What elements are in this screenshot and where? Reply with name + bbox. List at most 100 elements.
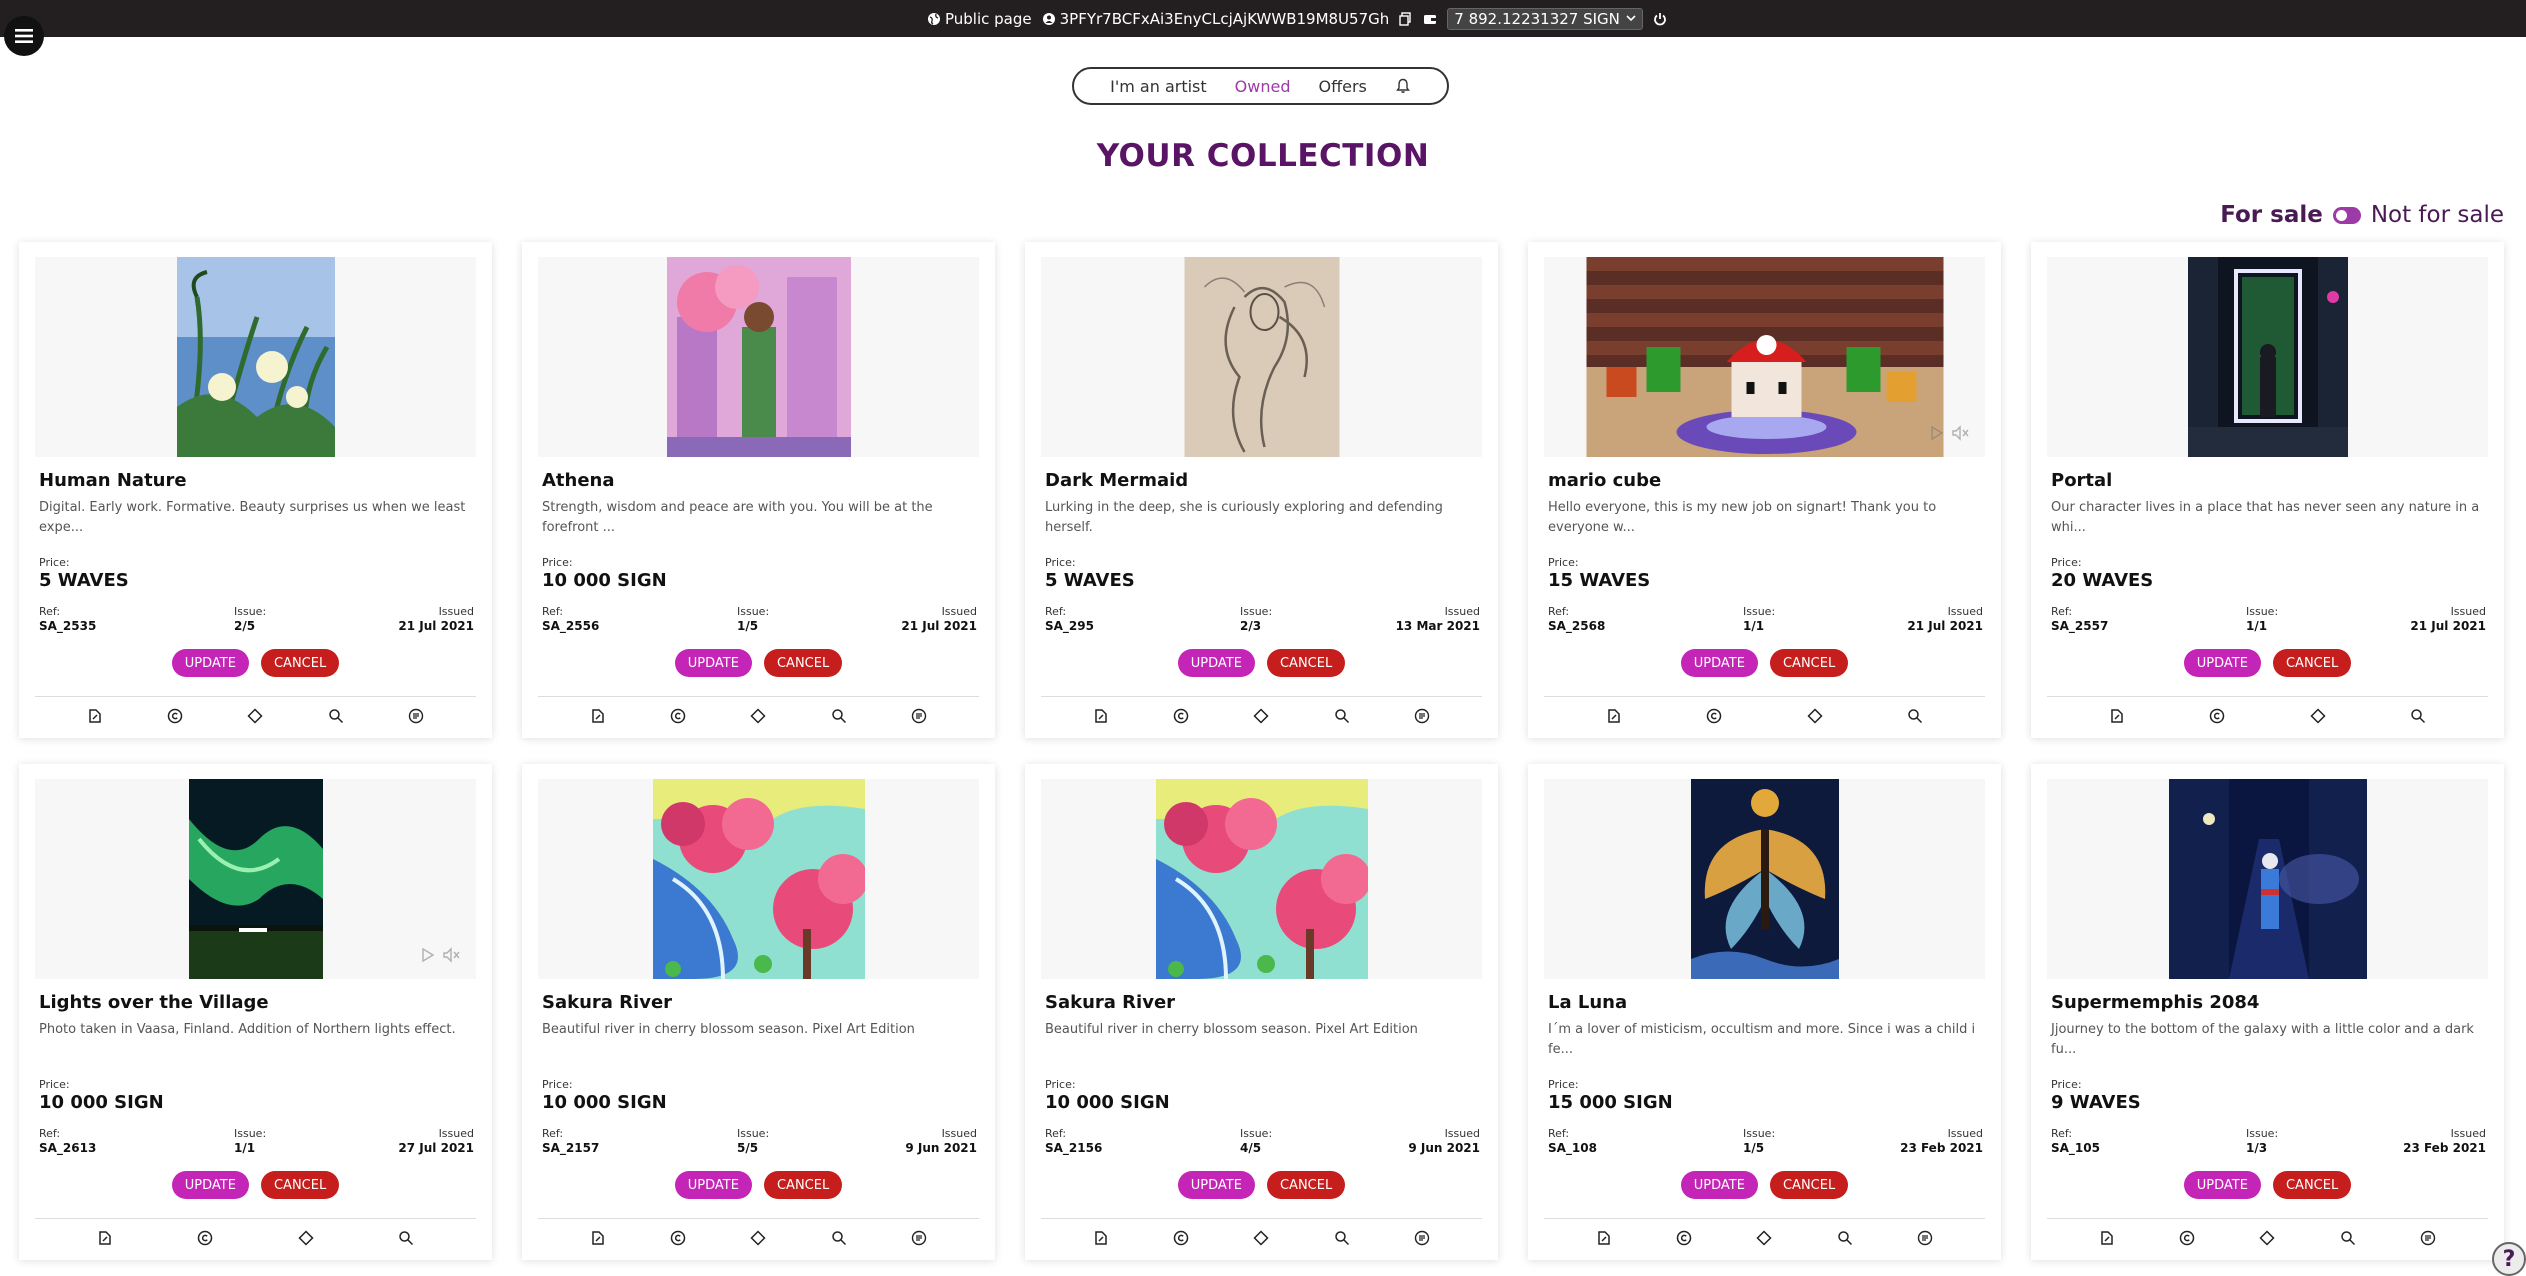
file-edit-icon[interactable] — [1092, 1229, 1110, 1247]
search-icon[interactable] — [1836, 1229, 1854, 1247]
artwork-thumbnail[interactable] — [1544, 257, 1985, 457]
tab-offers[interactable]: Offers — [1318, 77, 1366, 96]
artwork-thumbnail[interactable] — [1544, 779, 1985, 979]
tab-owned[interactable]: Owned — [1235, 77, 1291, 96]
mute-icon[interactable] — [442, 947, 460, 963]
cancel-button[interactable]: CANCEL — [2272, 649, 2352, 677]
cancel-button[interactable]: CANCEL — [260, 649, 340, 677]
file-edit-icon[interactable] — [1605, 707, 1623, 725]
update-button[interactable]: UPDATE — [674, 649, 752, 677]
search-icon[interactable] — [1333, 707, 1351, 725]
cancel-button[interactable]: CANCEL — [260, 1171, 340, 1199]
diamond-icon[interactable] — [1755, 1229, 1773, 1247]
copyright-icon[interactable] — [2178, 1229, 2196, 1247]
diamond-icon[interactable] — [2258, 1229, 2276, 1247]
cancel-button[interactable]: CANCEL — [763, 649, 843, 677]
file-edit-icon[interactable] — [589, 1229, 607, 1247]
cancel-button[interactable]: CANCEL — [1266, 1171, 1346, 1199]
offer-icon[interactable] — [407, 707, 425, 725]
search-icon[interactable] — [1906, 707, 1924, 725]
artwork-thumbnail[interactable] — [35, 779, 476, 979]
artwork-thumbnail[interactable] — [2047, 779, 2488, 979]
copyright-icon[interactable] — [669, 1229, 687, 1247]
offer-icon[interactable] — [1916, 1229, 1934, 1247]
copyright-icon[interactable] — [2208, 707, 2226, 725]
update-button[interactable]: UPDATE — [1177, 1171, 1255, 1199]
offer-icon[interactable] — [910, 1229, 928, 1247]
file-edit-icon[interactable] — [86, 707, 104, 725]
copyright-icon[interactable] — [196, 1229, 214, 1247]
update-button[interactable]: UPDATE — [1680, 1171, 1758, 1199]
copyright-icon[interactable] — [1705, 707, 1723, 725]
file-edit-icon[interactable] — [1595, 1229, 1613, 1247]
copyright-icon[interactable] — [1172, 1229, 1190, 1247]
diamond-icon[interactable] — [749, 707, 767, 725]
artwork-thumbnail[interactable] — [1041, 257, 1482, 457]
diamond-icon[interactable] — [2309, 707, 2327, 725]
artwork-title[interactable]: Sakura River — [1045, 992, 1175, 1013]
artwork-title[interactable]: Supermemphis 2084 — [2051, 992, 2259, 1013]
diamond-icon[interactable] — [1252, 1229, 1270, 1247]
file-edit-icon[interactable] — [2108, 707, 2126, 725]
artwork-title[interactable]: La Luna — [1548, 992, 1627, 1013]
power-icon[interactable] — [1653, 12, 1667, 26]
search-icon[interactable] — [2409, 707, 2427, 725]
artwork-title[interactable]: Sakura River — [542, 992, 672, 1013]
diamond-icon[interactable] — [749, 1229, 767, 1247]
file-edit-icon[interactable] — [1092, 707, 1110, 725]
update-button[interactable]: UPDATE — [1177, 649, 1255, 677]
copyright-icon[interactable] — [669, 707, 687, 725]
diamond-icon[interactable] — [1806, 707, 1824, 725]
copyright-icon[interactable] — [1172, 707, 1190, 725]
artwork-thumbnail[interactable] — [35, 257, 476, 457]
file-edit-icon[interactable] — [589, 707, 607, 725]
search-icon[interactable] — [830, 1229, 848, 1247]
search-icon[interactable] — [327, 707, 345, 725]
update-button[interactable]: UPDATE — [674, 1171, 752, 1199]
offer-icon[interactable] — [1413, 707, 1431, 725]
bell-icon[interactable] — [1395, 78, 1411, 94]
cancel-button[interactable]: CANCEL — [2272, 1171, 2352, 1199]
cancel-button[interactable]: CANCEL — [1769, 1171, 1849, 1199]
artwork-title[interactable]: Dark Mermaid — [1045, 470, 1188, 491]
artwork-title[interactable]: Lights over the Village — [39, 992, 269, 1013]
mute-icon[interactable] — [1951, 425, 1969, 441]
offer-icon[interactable] — [2419, 1229, 2437, 1247]
search-icon[interactable] — [2339, 1229, 2357, 1247]
artwork-thumbnail[interactable] — [2047, 257, 2488, 457]
update-button[interactable]: UPDATE — [171, 649, 249, 677]
artwork-title[interactable]: mario cube — [1548, 470, 1661, 491]
help-button[interactable]: ? — [2492, 1242, 2526, 1276]
cancel-button[interactable]: CANCEL — [1769, 649, 1849, 677]
search-icon[interactable] — [1333, 1229, 1351, 1247]
copyright-icon[interactable] — [1675, 1229, 1693, 1247]
update-button[interactable]: UPDATE — [1680, 649, 1758, 677]
artwork-thumbnail[interactable] — [1041, 779, 1482, 979]
update-button[interactable]: UPDATE — [171, 1171, 249, 1199]
artwork-thumbnail[interactable] — [538, 779, 979, 979]
artwork-title[interactable]: Human Nature — [39, 470, 187, 491]
update-button[interactable]: UPDATE — [2183, 649, 2261, 677]
diamond-icon[interactable] — [1252, 707, 1270, 725]
play-icon[interactable] — [1929, 425, 1945, 441]
copyright-icon[interactable] — [166, 707, 184, 725]
offer-icon[interactable] — [910, 707, 928, 725]
cancel-button[interactable]: CANCEL — [763, 1171, 843, 1199]
sale-toggle-switch[interactable] — [2332, 206, 2361, 224]
artwork-title[interactable]: Portal — [2051, 470, 2112, 491]
file-edit-icon[interactable] — [96, 1229, 114, 1247]
menu-button[interactable] — [4, 16, 44, 56]
artwork-thumbnail[interactable] — [538, 257, 979, 457]
diamond-icon[interactable] — [297, 1229, 315, 1247]
file-edit-icon[interactable] — [2098, 1229, 2116, 1247]
tab-artist[interactable]: I'm an artist — [1110, 77, 1207, 96]
public-page-link[interactable]: Public page — [927, 10, 1032, 28]
offer-icon[interactable] — [1413, 1229, 1431, 1247]
search-icon[interactable] — [830, 707, 848, 725]
copy-icon[interactable] — [1399, 11, 1413, 26]
play-icon[interactable] — [420, 947, 436, 963]
artwork-title[interactable]: Athena — [542, 470, 615, 491]
cancel-button[interactable]: CANCEL — [1266, 649, 1346, 677]
search-icon[interactable] — [397, 1229, 415, 1247]
diamond-icon[interactable] — [246, 707, 264, 725]
